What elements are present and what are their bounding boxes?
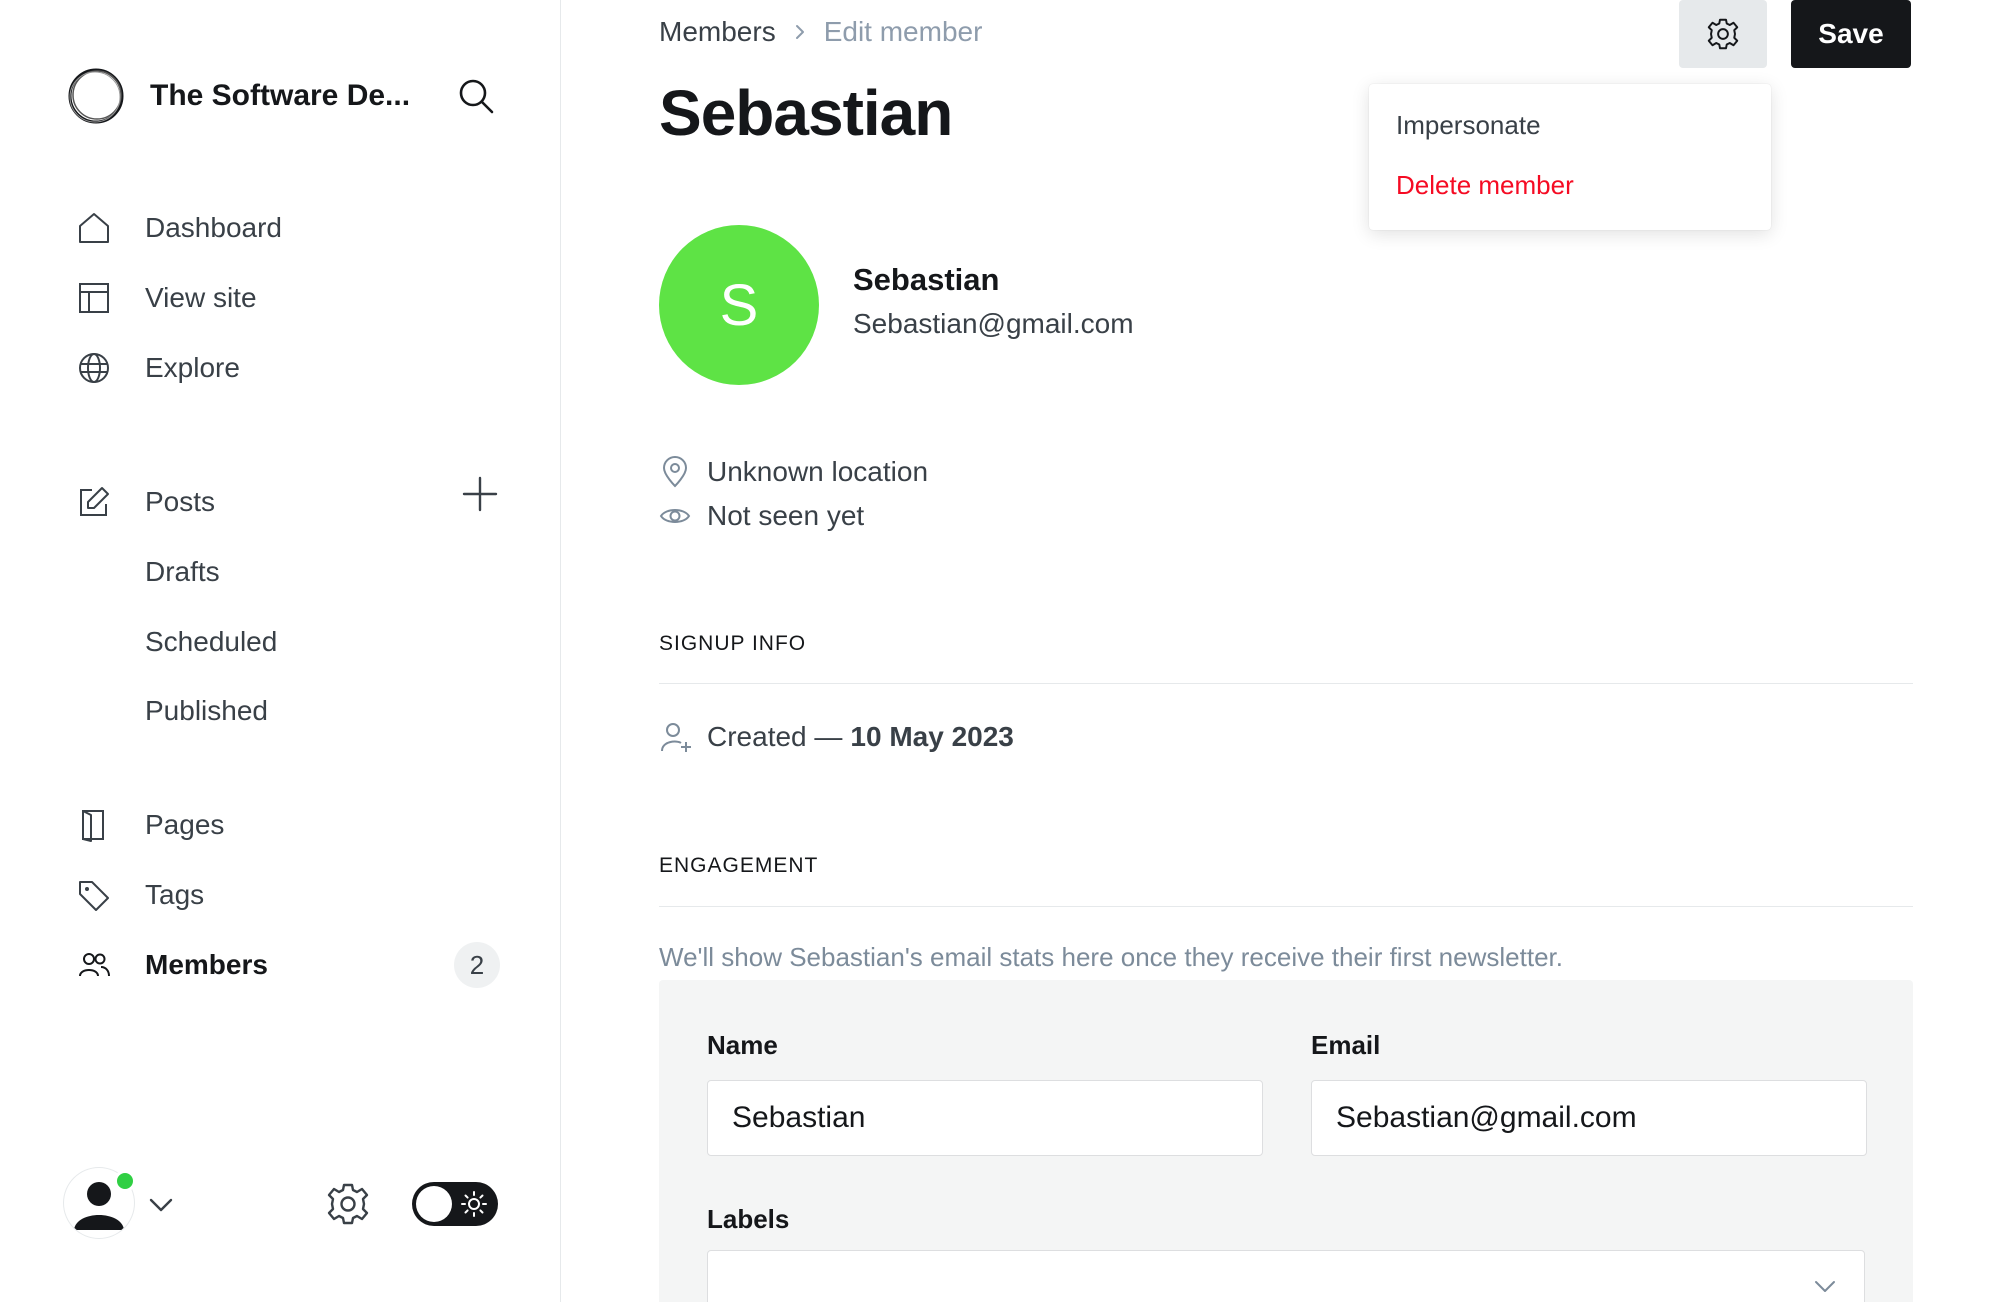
gear-icon[interactable] bbox=[324, 1180, 372, 1228]
chevron-down-icon bbox=[1815, 1281, 1835, 1292]
page-title: Sebastian bbox=[659, 77, 953, 149]
sidebar-item-label: Pages bbox=[145, 809, 225, 840]
site-title: The Software De... bbox=[150, 79, 411, 112]
add-post-icon[interactable] bbox=[460, 474, 500, 514]
site-logo-icon bbox=[68, 68, 124, 124]
delete-member-menu-item[interactable]: Delete member bbox=[1396, 170, 1574, 201]
sidebar-item-members[interactable]: Members 2 bbox=[76, 941, 506, 989]
page-icon bbox=[76, 807, 112, 843]
sidebar-item-drafts[interactable]: Drafts bbox=[76, 548, 506, 596]
email-field[interactable] bbox=[1311, 1080, 1867, 1156]
sidebar-item-label: Scheduled bbox=[145, 626, 278, 657]
theme-toggle-knob bbox=[416, 1186, 452, 1222]
theme-toggle[interactable] bbox=[412, 1182, 498, 1226]
sidebar-item-label: Dashboard bbox=[145, 212, 282, 243]
member-last-seen: Not seen yet bbox=[659, 500, 864, 532]
gear-icon bbox=[1707, 18, 1739, 50]
member-location-text: Unknown location bbox=[707, 456, 929, 487]
sidebar-item-view-site[interactable]: View site bbox=[76, 274, 506, 322]
member-location: Unknown location bbox=[659, 456, 928, 488]
sidebar-item-label: Members bbox=[145, 949, 268, 980]
breadcrumb: Members Edit member bbox=[659, 16, 982, 48]
member-email: Sebastian@gmail.com bbox=[853, 308, 1134, 339]
labels-label: Labels bbox=[707, 1204, 790, 1234]
divider bbox=[659, 683, 1913, 684]
sidebar-item-posts[interactable]: Posts bbox=[76, 478, 436, 526]
sidebar: The Software De... Dashboard View site E… bbox=[0, 0, 561, 1302]
breadcrumb-current: Edit member bbox=[823, 16, 983, 47]
breadcrumb-members-link[interactable]: Members bbox=[659, 16, 776, 48]
members-count-badge: 2 bbox=[454, 942, 500, 988]
eye-icon bbox=[659, 509, 691, 523]
member-avatar-initial: S bbox=[719, 272, 759, 338]
email-label: Email bbox=[1311, 1030, 1381, 1060]
sun-icon bbox=[461, 1191, 487, 1217]
brand[interactable]: The Software De... bbox=[66, 64, 410, 128]
edit-icon bbox=[76, 484, 112, 520]
labels-select[interactable] bbox=[707, 1250, 1865, 1302]
member-actions-button[interactable] bbox=[1679, 0, 1767, 68]
sidebar-item-tags[interactable]: Tags bbox=[76, 871, 506, 919]
signup-info-heading: SIGNUP INFO bbox=[659, 632, 807, 655]
sidebar-item-label: Posts bbox=[145, 486, 216, 517]
sidebar-item-dashboard[interactable]: Dashboard bbox=[76, 204, 506, 252]
sidebar-item-scheduled[interactable]: Scheduled bbox=[76, 618, 506, 666]
member-form: Name Email Labels bbox=[659, 980, 1913, 1302]
name-field[interactable] bbox=[707, 1080, 1263, 1156]
engagement-note: We'll show Sebastian's email stats here … bbox=[659, 942, 1563, 972]
sidebar-item-label: Published bbox=[145, 695, 268, 726]
main-content: Members Edit member Save Sebastian Imper… bbox=[562, 0, 2000, 1302]
divider bbox=[659, 906, 1913, 907]
save-button[interactable]: Save bbox=[1791, 0, 1911, 68]
chevron-right-icon bbox=[795, 25, 804, 39]
member-name: Sebastian bbox=[853, 262, 1000, 297]
user-plus-icon bbox=[661, 723, 691, 752]
search-icon[interactable] bbox=[456, 76, 496, 116]
sidebar-item-pages[interactable]: Pages bbox=[76, 801, 506, 849]
sidebar-item-label: Explore bbox=[145, 352, 240, 383]
sidebar-item-label: View site bbox=[145, 282, 257, 313]
name-label: Name bbox=[707, 1030, 778, 1060]
sidebar-item-explore[interactable]: Explore bbox=[76, 344, 506, 392]
member-last-seen-text: Not seen yet bbox=[707, 500, 865, 531]
globe-icon bbox=[76, 350, 112, 386]
members-icon bbox=[76, 947, 112, 983]
online-status-dot bbox=[114, 1170, 136, 1192]
home-icon bbox=[76, 210, 112, 246]
tag-icon bbox=[76, 877, 112, 913]
created-label: Created — bbox=[707, 721, 843, 752]
impersonate-menu-item[interactable]: Impersonate bbox=[1396, 110, 1541, 141]
layout-icon bbox=[76, 280, 112, 316]
member-actions-menu: Impersonate Delete member bbox=[1369, 84, 1771, 230]
sidebar-item-label: Tags bbox=[145, 879, 205, 910]
location-pin-icon bbox=[662, 456, 688, 488]
chevron-down-icon[interactable] bbox=[146, 1190, 176, 1220]
member-avatar: S bbox=[659, 225, 819, 385]
member-created: Created — 10 May 2023 bbox=[659, 720, 1014, 754]
sidebar-item-label: Drafts bbox=[145, 556, 220, 587]
sidebar-item-published[interactable]: Published bbox=[76, 687, 506, 735]
created-date: 10 May 2023 bbox=[850, 721, 1014, 752]
engagement-heading: ENGAGEMENT bbox=[659, 854, 819, 877]
